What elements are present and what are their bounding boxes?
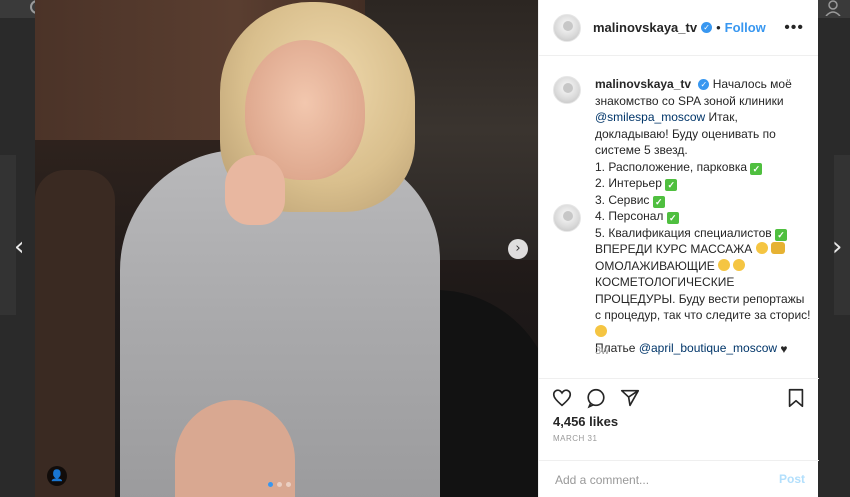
carousel-dots	[268, 482, 291, 487]
carousel-dot	[268, 482, 273, 487]
actions-section: 4,456 likes MARCH 31	[539, 378, 819, 443]
caption-item: 4. Персонал ✓	[595, 208, 811, 225]
comment-box: Post	[539, 460, 819, 497]
caption-area: malinovskaya_tv ✓ Началось моё знакомств…	[539, 56, 819, 378]
verified-badge-icon: ✓	[698, 79, 710, 91]
caption-dress-line: Платье @april_boutique_moscow ♥	[595, 341, 788, 356]
post-header: malinovskaya_tv ✓ • Follow •••	[539, 0, 818, 56]
post-side-panel: malinovskaya_tv ✓ • Follow ••• malinovsk…	[538, 0, 819, 497]
carousel-dot	[286, 482, 291, 487]
carousel-next-icon[interactable]: ›	[508, 239, 528, 259]
caption-cosmetology: КОСМЕТОЛОГИЧЕСКИЕ ПРОЦЕДУРЫ. Буду вести …	[595, 275, 811, 322]
next-post-arrow-icon[interactable]: ›	[832, 234, 842, 260]
follow-button[interactable]: Follow	[725, 20, 766, 35]
caption-avatar[interactable]	[553, 76, 581, 104]
smile-emoji-icon	[755, 242, 768, 254]
caption-username[interactable]: malinovskaya_tv	[595, 77, 691, 91]
caption-mention-link[interactable]: @smilespa_moscow	[595, 110, 705, 124]
caption-rejuvenating: ОМОЛАЖИВАЮЩИЕ	[595, 258, 715, 273]
carousel-dot	[277, 482, 282, 487]
post-comment-button[interactable]: Post	[779, 472, 805, 486]
likes-count[interactable]: 4,456 likes	[553, 414, 618, 429]
caption-text: malinovskaya_tv ✓ Началось моё знакомств…	[595, 76, 811, 358]
header-username[interactable]: malinovskaya_tv	[593, 20, 697, 35]
comment-input[interactable]	[553, 470, 757, 490]
caption-avatar[interactable]	[553, 204, 581, 232]
caption-dress-mention-link[interactable]: @april_boutique_moscow	[639, 341, 777, 355]
comment-icon[interactable]	[585, 387, 607, 409]
wink-emoji-icon	[595, 324, 607, 337]
post-photo[interactable]	[35, 0, 538, 497]
clapping-emoji-icon	[770, 242, 785, 254]
smile-emoji-icon	[718, 258, 731, 271]
header-separator: •	[716, 20, 721, 35]
heart-icon[interactable]	[551, 387, 573, 409]
checkmark-icon: ✓	[750, 162, 763, 175]
bookmark-icon[interactable]	[785, 387, 807, 409]
checkmark-icon: ✓	[652, 195, 665, 208]
checkmark-icon: ✓	[665, 179, 678, 191]
tagged-users-icon[interactable]: 👤	[47, 466, 67, 486]
more-options-icon[interactable]: •••	[784, 19, 804, 37]
caption-item: 1. Расположение, парковка ✓	[595, 159, 811, 176]
photo-left-figure	[35, 170, 115, 497]
caption-item: 5. Квалификация специалистов ✓	[595, 225, 811, 242]
caption-item: 2. Интерьер ✓	[595, 175, 811, 192]
photo-hand	[225, 155, 285, 225]
action-icons	[539, 379, 819, 415]
post-date: MARCH 31	[553, 434, 598, 443]
previous-post-arrow-icon[interactable]: ‹	[14, 234, 24, 260]
checkmark-icon: ✓	[666, 212, 679, 224]
caption-massage: ВПЕРЕДИ КУРС МАССАЖА	[595, 242, 753, 256]
verified-badge-icon: ✓	[701, 22, 713, 33]
black-heart-icon: ♥	[780, 342, 788, 356]
profile-icon	[825, 0, 841, 16]
post-time-ago[interactable]: 3w	[595, 345, 609, 357]
face-emoji-icon	[733, 258, 746, 271]
avatar[interactable]	[553, 13, 581, 42]
checkmark-icon: ✓	[775, 228, 788, 241]
share-icon[interactable]	[619, 387, 641, 409]
caption-item: 3. Сервис ✓	[595, 192, 811, 209]
